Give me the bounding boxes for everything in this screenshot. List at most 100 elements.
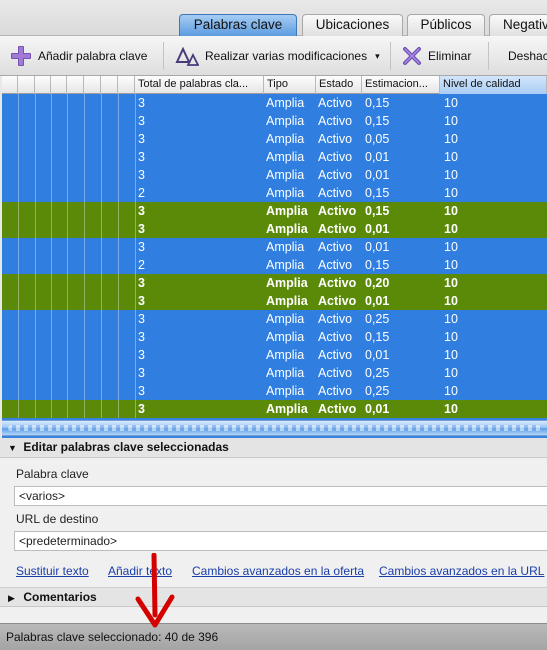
delete-button[interactable]: Eliminar (402, 44, 471, 68)
column-header-blank[interactable] (67, 76, 84, 94)
grid-line (67, 364, 68, 382)
grid-line (67, 184, 68, 202)
cell-nivel-calidad: 10 (444, 258, 458, 272)
tab-negativas[interactable]: Negativas (489, 14, 547, 36)
table-row[interactable]: 3 Amplia Activo 0,01 10 (2, 238, 547, 256)
cell-estado: Activo (318, 114, 353, 128)
grid-line (135, 328, 136, 346)
cell-nivel-calidad: 10 (444, 96, 458, 110)
table-row[interactable]: 3 Amplia Activo 0,15 10 (2, 202, 547, 220)
keyword-input[interactable]: <varios> (14, 486, 547, 506)
toolbar-separator (390, 42, 391, 70)
undo-button[interactable]: Deshacer (502, 44, 547, 68)
table-row[interactable]: 3 Amplia Activo 0,01 10 (2, 400, 547, 418)
table-row[interactable]: 3 Amplia Activo 0,01 10 (2, 166, 547, 184)
table-row[interactable]: 3 Amplia Activo 0,15 10 (2, 112, 547, 130)
column-header-estimacion[interactable]: Estimacion... (362, 76, 440, 94)
column-header-blank[interactable] (118, 76, 135, 94)
table-row[interactable]: 3 Amplia Activo 0,01 10 (2, 292, 547, 310)
grid-line (67, 400, 68, 418)
column-header-blank[interactable] (101, 76, 118, 94)
column-header-blank[interactable] (2, 76, 18, 94)
grid-line (67, 382, 68, 400)
grid-line (118, 274, 119, 292)
advanced-url-changes-link[interactable]: Cambios avanzados en la URL (379, 564, 544, 578)
add-keyword-button[interactable]: Añadir palabra clave (10, 44, 147, 68)
comments-section-header[interactable]: ▶ Comentarios (0, 587, 547, 607)
cell-total: 3 (138, 276, 145, 290)
column-header-blank[interactable] (35, 76, 51, 94)
cell-tipo: Amplia (266, 384, 305, 398)
table-row[interactable]: 3 Amplia Activo 0,25 10 (2, 382, 547, 400)
grid-line (51, 148, 52, 166)
grid-line (35, 364, 36, 382)
cell-total: 3 (138, 384, 145, 398)
url-input[interactable]: <predeterminado> (14, 531, 547, 551)
plus-icon (11, 46, 31, 66)
table-row[interactable]: 3 Amplia Activo 0,01 10 (2, 346, 547, 364)
cell-nivel-calidad: 10 (444, 240, 458, 254)
tab-ubicaciones[interactable]: Ubicaciones (302, 14, 403, 36)
table-row[interactable]: 3 Amplia Activo 0,15 10 (2, 94, 547, 112)
tab-palabras-clave[interactable]: Palabras clave (179, 14, 297, 36)
table-row[interactable]: 3 Amplia Activo 0,05 10 (2, 130, 547, 148)
cell-total: 3 (138, 132, 145, 146)
edit-panel: ▼ Editar palabras clave seleccionadas Pa… (0, 438, 547, 623)
cell-nivel-calidad: 10 (444, 366, 458, 380)
cell-total: 3 (138, 402, 145, 416)
table-row[interactable]: 3 Amplia Activo 0,20 10 (2, 274, 547, 292)
horizontal-scrollbar[interactable] (2, 420, 547, 436)
cell-estimacion: 0,01 (365, 222, 390, 236)
cell-estado: Activo (318, 294, 357, 308)
grid-line (35, 184, 36, 202)
cell-tipo: Amplia (266, 276, 308, 290)
grid-line (51, 112, 52, 130)
grid-line (118, 130, 119, 148)
table-row[interactable]: 3 Amplia Activo 0,01 10 (2, 220, 547, 238)
table-row[interactable]: 3 Amplia Activo 0,01 10 (2, 148, 547, 166)
grid-line (51, 346, 52, 364)
cell-tipo: Amplia (266, 222, 308, 236)
grid-line (135, 94, 136, 112)
column-header-blank[interactable] (84, 76, 101, 94)
grid-line (51, 130, 52, 148)
replace-text-link[interactable]: Sustituir texto (16, 564, 89, 578)
table-row[interactable]: 2 Amplia Activo 0,15 10 (2, 256, 547, 274)
grid-line (84, 166, 85, 184)
table-row[interactable]: 3 Amplia Activo 0,15 10 (2, 328, 547, 346)
grid-line (35, 202, 36, 220)
table-row[interactable]: 3 Amplia Activo 0,25 10 (2, 310, 547, 328)
table-row[interactable]: 3 Amplia Activo 0,25 10 (2, 364, 547, 382)
grid-line (135, 274, 136, 292)
grid-line (84, 148, 85, 166)
edit-section-header[interactable]: ▼ Editar palabras clave seleccionadas (0, 438, 547, 458)
column-header-total[interactable]: Total de palabras cla... (135, 76, 264, 94)
cell-nivel-calidad: 10 (444, 402, 458, 416)
cell-total: 3 (138, 366, 145, 380)
toolbar-separator (488, 42, 489, 70)
grid-line (18, 400, 19, 418)
tab-publicos[interactable]: Públicos (407, 14, 485, 36)
cell-nivel-calidad: 10 (444, 186, 458, 200)
grid-line (135, 310, 136, 328)
grid-line (118, 238, 119, 256)
grid-line (67, 112, 68, 130)
grid-line (118, 220, 119, 238)
cell-nivel-calidad: 10 (444, 114, 458, 128)
grid-line (84, 382, 85, 400)
column-header-tipo[interactable]: Tipo (264, 76, 316, 94)
table-row[interactable]: 2 Amplia Activo 0,15 10 (2, 184, 547, 202)
column-header-blank[interactable] (18, 76, 35, 94)
column-header-blank[interactable] (51, 76, 67, 94)
cell-tipo: Amplia (266, 240, 305, 254)
grid-line (135, 166, 136, 184)
grid-line (51, 310, 52, 328)
column-header-nivel-calidad[interactable]: Nivel de calidad (440, 76, 547, 94)
keywords-table[interactable]: Total de palabras cla... Tipo Estado Est… (2, 76, 547, 438)
multiple-changes-button[interactable]: Realizar varias modificaciones ▾ (175, 44, 380, 68)
advanced-bid-changes-link[interactable]: Cambios avanzados en la oferta (192, 564, 364, 578)
grid-line (35, 130, 36, 148)
column-header-estado[interactable]: Estado (316, 76, 362, 94)
grid-line (35, 346, 36, 364)
grid-line (101, 202, 102, 220)
